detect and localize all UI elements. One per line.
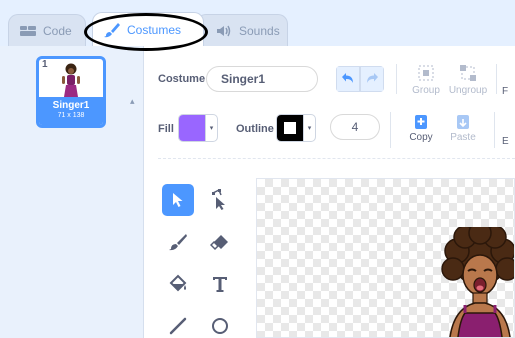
divider [494, 112, 495, 148]
code-icon [19, 24, 37, 38]
costume-label: Singer1 71 x 138 [39, 97, 103, 125]
costume-list: 1 Singer1 71 x 138 ▴ [0, 46, 144, 338]
tab-code-label: Code [43, 23, 72, 38]
costume-size: 71 x 138 [57, 112, 85, 119]
fill-tool[interactable] [162, 268, 194, 300]
chevron-down-icon: ▾ [303, 115, 315, 141]
paint-editor: Costume Singer1 Group Ungroup F Fill ▾ O… [144, 46, 515, 338]
tab-sounds-label: Sounds [239, 23, 280, 38]
tab-bar: Code Sounds Costumes [0, 0, 515, 51]
divider [158, 158, 515, 159]
copy-label: Copy [409, 132, 433, 143]
select-tool[interactable] [162, 184, 194, 216]
tool-palette [158, 176, 248, 338]
undo-icon [342, 73, 353, 83]
fill-icon [169, 274, 187, 292]
brush-icon [169, 234, 187, 251]
group-button[interactable]: Group [406, 64, 446, 96]
fill-color-picker[interactable]: ▾ [178, 114, 218, 142]
paste-icon [457, 115, 469, 129]
brush-icon [103, 22, 121, 37]
tab-code[interactable]: Code [8, 14, 86, 46]
outline-width-value: 4 [351, 120, 359, 134]
paste-label: Paste [450, 132, 476, 143]
ungroup-button[interactable]: Ungroup [448, 64, 488, 96]
tab-costumes-label: Costumes [127, 22, 182, 37]
reshape-icon [212, 189, 225, 210]
undo-redo-group [336, 66, 384, 92]
brush-tool[interactable] [162, 226, 194, 258]
chevron-down-icon: ▾ [205, 115, 217, 141]
costume-label: Costume [158, 73, 206, 85]
divider [396, 64, 397, 94]
ungroup-label: Ungroup [448, 85, 488, 96]
redo-button[interactable] [360, 66, 384, 92]
outline-label: Outline [236, 123, 274, 135]
costume-name-value: Singer1 [221, 72, 266, 86]
divider [496, 64, 497, 94]
group-icon [418, 65, 434, 81]
undo-button[interactable] [336, 66, 360, 92]
outline-color-swatch [277, 115, 303, 141]
divider [390, 112, 391, 148]
text-icon [213, 277, 227, 292]
outline-color-picker[interactable]: ▾ [276, 114, 316, 142]
text-tool[interactable] [204, 268, 236, 300]
copy-button[interactable]: Copy [404, 114, 438, 143]
singer-sprite[interactable] [435, 227, 515, 338]
tab-sounds[interactable]: Sounds [196, 14, 288, 46]
costume-name: Singer1 [52, 100, 90, 111]
ungroup-icon [460, 65, 476, 81]
circle-tool[interactable] [204, 310, 236, 338]
truncated-label: F [502, 86, 509, 97]
reshape-tool[interactable] [204, 184, 236, 216]
drawing-canvas[interactable] [256, 178, 515, 338]
costume-row: Costume Singer1 Group Ungroup F [144, 64, 515, 106]
fill-color-swatch [179, 115, 205, 141]
copy-icon [415, 115, 427, 129]
redo-icon [367, 73, 378, 83]
paste-button[interactable]: Paste [446, 114, 480, 143]
speaker-icon [215, 24, 233, 38]
costume-thumbnail [39, 61, 103, 101]
tab-costumes[interactable]: Costumes [92, 12, 204, 46]
eraser-tool[interactable] [204, 226, 236, 258]
fill-label: Fill [158, 123, 174, 135]
truncated-label: E [502, 136, 509, 147]
line-tool[interactable] [162, 310, 194, 338]
line-icon [169, 317, 187, 335]
costume-name-input[interactable]: Singer1 [206, 66, 318, 92]
outline-width-input[interactable]: 4 [330, 114, 380, 140]
fill-outline-row: Fill ▾ Outline ▾ 4 Copy Paste E [144, 112, 515, 156]
eraser-icon [210, 235, 228, 251]
costume-item[interactable]: 1 Singer1 71 x 138 [36, 56, 106, 128]
collapse-handle-icon[interactable]: ▴ [130, 96, 135, 107]
group-label: Group [412, 85, 440, 96]
circle-icon [212, 318, 228, 334]
select-icon [173, 193, 183, 207]
